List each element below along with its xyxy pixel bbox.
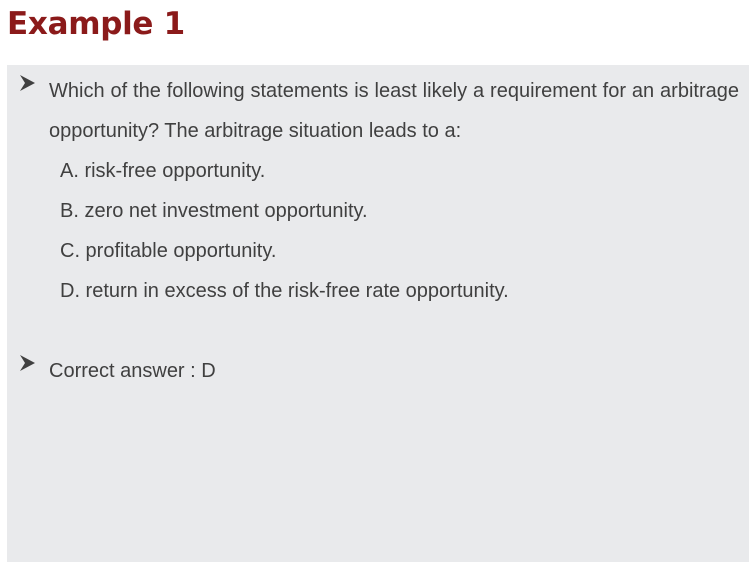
question-text: Which of the following statements is lea… bbox=[49, 80, 739, 142]
arrowhead-bullet-icon bbox=[20, 75, 35, 91]
answer-options-list: A. risk-free opportunity. B. zero net in… bbox=[60, 151, 509, 311]
page-title: Example 1 bbox=[7, 6, 185, 42]
option-b: B. zero net investment opportunity. bbox=[60, 200, 368, 222]
content-panel: Which of the following statements is lea… bbox=[7, 65, 749, 562]
arrowhead-bullet-icon bbox=[20, 355, 35, 371]
option-c: C. profitable opportunity. bbox=[60, 240, 277, 262]
option-d: D. return in excess of the risk-free rat… bbox=[60, 280, 509, 302]
correct-answer-text: Correct answer : D bbox=[49, 360, 216, 382]
option-a: A. risk-free opportunity. bbox=[60, 160, 266, 182]
